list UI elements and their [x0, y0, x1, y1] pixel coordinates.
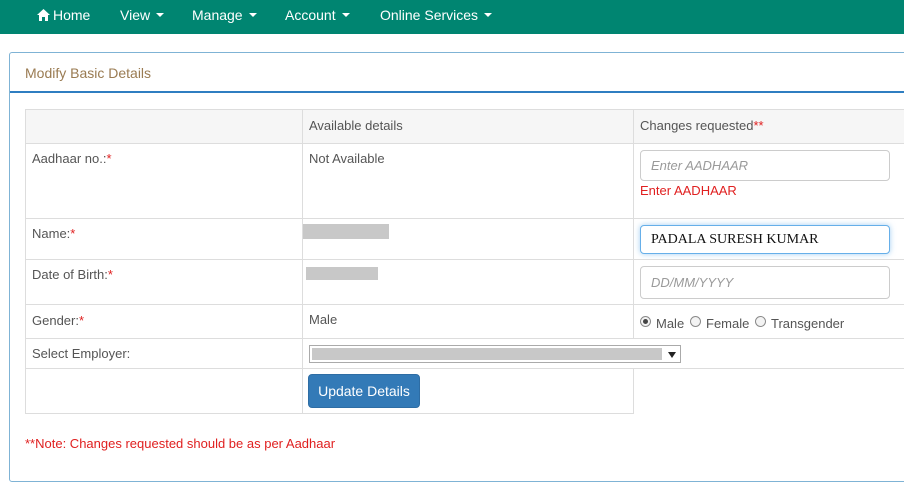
employer-label-cell: Select Employer:: [25, 338, 303, 369]
panel-heading: Modify Basic Details: [10, 53, 904, 93]
gender-label: Gender:*: [32, 313, 84, 328]
dropdown-arrow-icon: [668, 352, 676, 358]
table-header-empty: [25, 109, 303, 144]
table-header-available: Available details: [302, 109, 634, 144]
nav-manage-label: Manage: [192, 7, 243, 23]
gender-transgender-radio[interactable]: [755, 316, 766, 327]
nav-manage[interactable]: Manage: [192, 0, 257, 34]
aadhaar-note: **Note: Changes requested should be as p…: [25, 436, 336, 451]
header-changes-text: Changes requested: [640, 118, 754, 133]
nav-account[interactable]: Account: [285, 0, 350, 34]
required-mark: **: [753, 118, 764, 133]
dob-available-cell: [302, 259, 634, 305]
aadhaar-label-text: Aadhaar no.:: [32, 151, 107, 166]
name-label: Name:*: [32, 226, 75, 241]
aadhaar-label-cell: Aadhaar no.:*: [25, 143, 303, 219]
employer-select-cell: [302, 338, 904, 369]
redacted-dob-value: [306, 267, 378, 280]
name-input[interactable]: [640, 225, 890, 254]
name-change-cell: [633, 218, 904, 260]
name-label-text: Name:: [32, 226, 71, 241]
required-mark: *: [78, 313, 85, 328]
dob-label: Date of Birth:*: [32, 267, 113, 282]
caret-down-icon: [484, 13, 493, 18]
gender-available-cell: Male: [302, 304, 634, 339]
required-mark: *: [70, 226, 76, 241]
caret-down-icon: [156, 13, 165, 18]
name-available-cell: [302, 218, 634, 260]
gender-change-cell: Male Female Transgender: [633, 304, 904, 339]
nav-home[interactable]: Home: [37, 0, 90, 34]
aadhaar-change-cell: Enter AADHAAR: [633, 143, 904, 219]
nav-online-services[interactable]: Online Services: [380, 0, 493, 34]
panel-title: Modify Basic Details: [25, 65, 152, 81]
gender-female-radio[interactable]: [690, 316, 701, 327]
aadhaar-error-text: Enter AADHAAR: [640, 183, 737, 198]
aadhaar-available-value: Not Available: [309, 151, 385, 166]
nav-account-label: Account: [285, 7, 336, 23]
redacted-name-value: [303, 224, 389, 239]
caret-down-icon: [341, 13, 350, 18]
gender-male-label: Male: [656, 316, 685, 331]
header-changes-label: Changes requested**: [640, 118, 764, 133]
button-row-cell: Update Details: [302, 368, 634, 414]
required-mark: *: [107, 267, 113, 282]
caret-down-icon: [248, 13, 257, 18]
nav-view-label: View: [120, 7, 151, 23]
dob-label-cell: Date of Birth:*: [25, 259, 303, 305]
dob-change-cell: [633, 259, 904, 305]
gender-label-text: Gender:: [32, 313, 79, 328]
nav-online-services-label: Online Services: [380, 7, 479, 23]
button-row-empty-cell: [25, 368, 303, 414]
home-icon: [37, 9, 50, 21]
top-navbar: Home View Manage Account Online Services: [0, 0, 904, 34]
header-available-label: Available details: [309, 118, 403, 133]
redacted-employer-value: [312, 348, 662, 360]
dob-label-text: Date of Birth:: [32, 267, 108, 282]
nav-home-label: Home: [53, 7, 91, 23]
table-header-changes: Changes requested**: [633, 109, 904, 144]
required-mark: *: [106, 151, 112, 166]
gender-label-cell: Gender:*: [25, 304, 303, 339]
aadhaar-input[interactable]: [640, 150, 890, 181]
aadhaar-label: Aadhaar no.:*: [32, 151, 112, 166]
aadhaar-available-cell: Not Available: [302, 143, 634, 219]
gender-male-radio[interactable]: [640, 316, 651, 327]
dob-input[interactable]: [640, 266, 890, 299]
employer-select[interactable]: [309, 345, 681, 363]
update-details-button[interactable]: Update Details: [308, 374, 420, 408]
gender-female-label: Female: [706, 316, 750, 331]
gender-transgender-label: Transgender: [771, 316, 845, 331]
employer-label: Select Employer:: [32, 346, 131, 361]
name-label-cell: Name:*: [25, 218, 303, 260]
nav-view[interactable]: View: [120, 0, 165, 34]
gender-available-value: Male: [309, 312, 338, 327]
